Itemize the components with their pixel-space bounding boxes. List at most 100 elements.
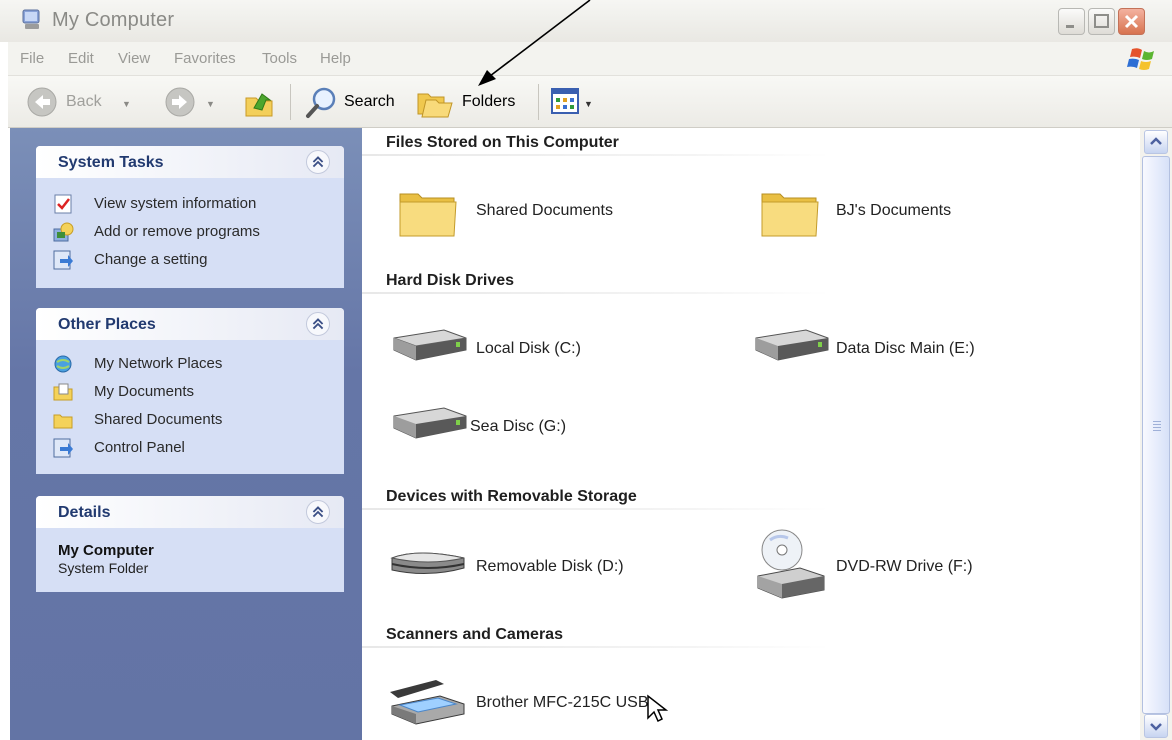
item-local-disk-c[interactable]: Local Disk (C:): [388, 320, 688, 380]
system-tasks-panel: System Tasks View system information Add…: [36, 146, 344, 288]
other-places-header[interactable]: Other Places: [36, 308, 344, 340]
maximize-button[interactable]: [1088, 8, 1115, 35]
grip-line: [1153, 421, 1161, 422]
place-label: My Network Places: [94, 355, 223, 372]
folders-icon: [417, 93, 453, 118]
group-divider: [362, 646, 830, 648]
forward-arrow-icon: [165, 87, 195, 117]
item-label: Local Disk (C:): [476, 340, 581, 357]
my-documents-icon: [53, 383, 73, 401]
task-view-system-information[interactable]: View system information: [36, 190, 344, 218]
search-label: Search: [344, 93, 395, 110]
control-setting-icon: [53, 250, 73, 270]
close-icon: [1124, 14, 1139, 29]
folder-icon: [761, 193, 819, 237]
system-tasks-body: View system information Add or remove pr…: [36, 178, 344, 288]
hard-disk-icon: [755, 329, 829, 361]
file-view: Files Stored on This Computer Shared Doc…: [362, 128, 1140, 740]
item-shared-documents[interactable]: Shared Documents: [396, 182, 696, 242]
toolbar-separator: [538, 84, 539, 120]
item-removable-disk-d[interactable]: Removable Disk (D:): [388, 538, 688, 598]
item-data-disc-main-e[interactable]: Data Disc Main (E:): [750, 320, 1050, 380]
collapse-chevron-icon[interactable]: [306, 150, 330, 174]
toolbar-separator: [290, 84, 291, 120]
item-sea-disc-g[interactable]: Sea Disc (G:): [388, 398, 688, 458]
place-shared-documents[interactable]: Shared Documents: [36, 406, 344, 434]
item-label: Brother MFC-215C USB: [476, 694, 649, 711]
grip-line: [1153, 427, 1161, 428]
control-panel-icon: [53, 438, 73, 458]
menu-file[interactable]: File: [20, 50, 44, 67]
item-brother-mfc-215c-usb[interactable]: Brother MFC-215C USB: [388, 672, 688, 732]
folder-icon: [399, 193, 457, 237]
item-label: Data Disc Main (E:): [836, 340, 975, 357]
details-panel: Details My Computer System Folder: [36, 496, 344, 592]
menu-bar: File Edit View Favorites Tools Help: [8, 42, 1172, 76]
system-tasks-title: System Tasks: [58, 154, 164, 171]
menu-view[interactable]: View: [118, 50, 150, 67]
views-dropdown-icon[interactable]: ▼: [584, 99, 593, 109]
forward-dropdown-icon[interactable]: ▼: [206, 99, 215, 109]
up-button[interactable]: [242, 86, 278, 118]
menu-edit[interactable]: Edit: [68, 50, 94, 67]
up-folder-icon: [245, 93, 273, 117]
task-add-remove-programs[interactable]: Add or remove programs: [36, 218, 344, 246]
window-title: My Computer: [52, 9, 175, 31]
item-dvd-rw-drive-f[interactable]: DVD-RW Drive (F:): [750, 526, 1050, 606]
search-button[interactable]: Search: [304, 86, 402, 118]
place-control-panel[interactable]: Control Panel: [36, 434, 344, 462]
item-bjs-documents[interactable]: BJ's Documents: [758, 182, 1058, 242]
close-button[interactable]: [1118, 8, 1145, 35]
group-removable-storage-title: Devices with Removable Storage: [386, 488, 637, 505]
details-type: System Folder: [58, 560, 149, 576]
views-grid-icon: [551, 88, 579, 114]
collapse-chevron-icon[interactable]: [306, 500, 330, 524]
views-button[interactable]: ▼: [550, 86, 610, 118]
hard-disk-icon: [393, 407, 467, 439]
group-hard-disk-drives-title: Hard Disk Drives: [386, 272, 515, 289]
task-pane: System Tasks View system information Add…: [10, 128, 362, 740]
back-arrow-icon: [27, 87, 57, 117]
my-computer-icon: [22, 9, 40, 29]
back-dropdown-icon[interactable]: ▼: [122, 99, 131, 109]
folders-label: Folders: [462, 93, 516, 110]
item-label: Sea Disc (G:): [470, 418, 567, 435]
group-scanners-cameras-title: Scanners and Cameras: [386, 626, 563, 643]
other-places-title: Other Places: [58, 316, 156, 333]
scroll-down-button[interactable]: [1144, 714, 1168, 738]
task-label: Change a setting: [94, 251, 208, 268]
place-label: Shared Documents: [94, 411, 223, 428]
system-tasks-header[interactable]: System Tasks: [36, 146, 344, 178]
place-my-documents[interactable]: My Documents: [36, 378, 344, 406]
windows-logo-icon: [1127, 48, 1154, 70]
vertical-scrollbar[interactable]: [1140, 128, 1172, 740]
mouse-cursor-icon: [647, 694, 669, 723]
details-header[interactable]: Details: [36, 496, 344, 528]
scroll-up-button[interactable]: [1144, 130, 1168, 154]
minimize-icon: [1066, 25, 1074, 28]
group-divider: [362, 154, 830, 156]
forward-button[interactable]: ▼: [164, 86, 224, 118]
menu-favorites[interactable]: Favorites: [174, 50, 236, 67]
place-my-network-places[interactable]: My Network Places: [36, 350, 344, 378]
removable-disk-icon: [390, 552, 465, 575]
search-magnifier-icon: [306, 87, 336, 118]
grip-line: [1153, 424, 1161, 425]
folders-button[interactable]: Folders: [416, 86, 528, 118]
shared-folder-icon: [53, 414, 73, 429]
collapse-chevron-icon[interactable]: [306, 312, 330, 336]
title-bar[interactable]: My Computer: [0, 0, 1172, 42]
menu-help[interactable]: Help: [320, 50, 351, 67]
back-label: Back: [66, 93, 102, 110]
item-label: BJ's Documents: [836, 202, 952, 219]
back-button[interactable]: Back ▼: [26, 86, 136, 118]
task-change-a-setting[interactable]: Change a setting: [36, 246, 344, 274]
scroll-thumb[interactable]: [1142, 156, 1170, 714]
other-places-panel: Other Places My Network Places My Docume…: [36, 308, 344, 474]
task-label: Add or remove programs: [94, 223, 260, 240]
place-label: Control Panel: [94, 439, 185, 456]
menu-tools[interactable]: Tools: [262, 50, 297, 67]
toolbar: Back ▼ ▼ Search Folders ▼: [8, 76, 1172, 128]
grip-line: [1153, 430, 1161, 431]
minimize-button[interactable]: [1058, 8, 1085, 35]
